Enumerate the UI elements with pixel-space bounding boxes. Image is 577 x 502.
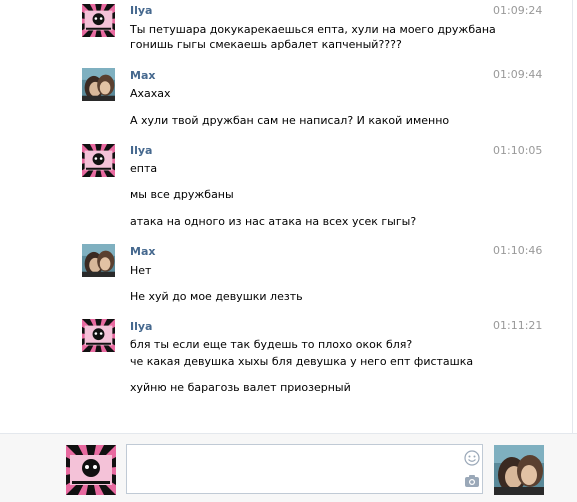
message-text: А хули твой дружбан сам не написал? И ка… [130, 114, 450, 127]
smiley-icon[interactable] [464, 450, 480, 466]
avatar-max[interactable] [82, 68, 115, 101]
author-name[interactable]: Ilya [130, 4, 152, 18]
message-text: Ты петушара докукарекаешься епта, хули н… [130, 23, 496, 36]
avatar-ilya[interactable] [82, 144, 115, 177]
message-time: 01:09:44 [493, 68, 543, 81]
message-text: епта [130, 162, 158, 175]
avatar-self[interactable] [66, 445, 116, 495]
avatar-ilya[interactable] [82, 4, 115, 37]
message-input[interactable] [127, 445, 452, 493]
author-name[interactable]: Max [130, 245, 155, 259]
camera-icon[interactable] [464, 474, 480, 488]
message-text: Ахахах [130, 87, 171, 100]
message-text: Нет [130, 264, 152, 277]
avatar-ilya[interactable] [82, 319, 115, 352]
message-text: че какая девушка хыхы бля девушка у него… [130, 355, 474, 368]
message-time: 01:10:46 [493, 244, 543, 257]
message-text: атака на одного из нас атака на всех усе… [130, 215, 417, 228]
composer-bar [0, 433, 577, 502]
message-text: Не хуй до мое девушки лезть [130, 290, 303, 303]
chat-scrollbar[interactable] [572, 0, 577, 433]
message-text: мы все дружбаны [130, 188, 234, 201]
message-time: 01:10:05 [493, 144, 543, 157]
message-text: бля ты если еще так будешь то плохо окок… [130, 338, 413, 351]
author-name[interactable]: Ilya [130, 144, 152, 158]
author-name[interactable]: Max [130, 69, 155, 83]
message-time: 01:09:24 [493, 4, 543, 17]
message-text: гонишь гыгы смекаешь арбалет капченый???… [130, 38, 402, 51]
message-time: 01:11:21 [493, 319, 543, 332]
avatar-recipient[interactable] [494, 445, 544, 495]
message-composer [126, 444, 483, 494]
message-text: хуйню не барагозь валет приозерный [130, 381, 351, 394]
author-name[interactable]: Ilya [130, 320, 152, 334]
avatar-max[interactable] [82, 244, 115, 277]
